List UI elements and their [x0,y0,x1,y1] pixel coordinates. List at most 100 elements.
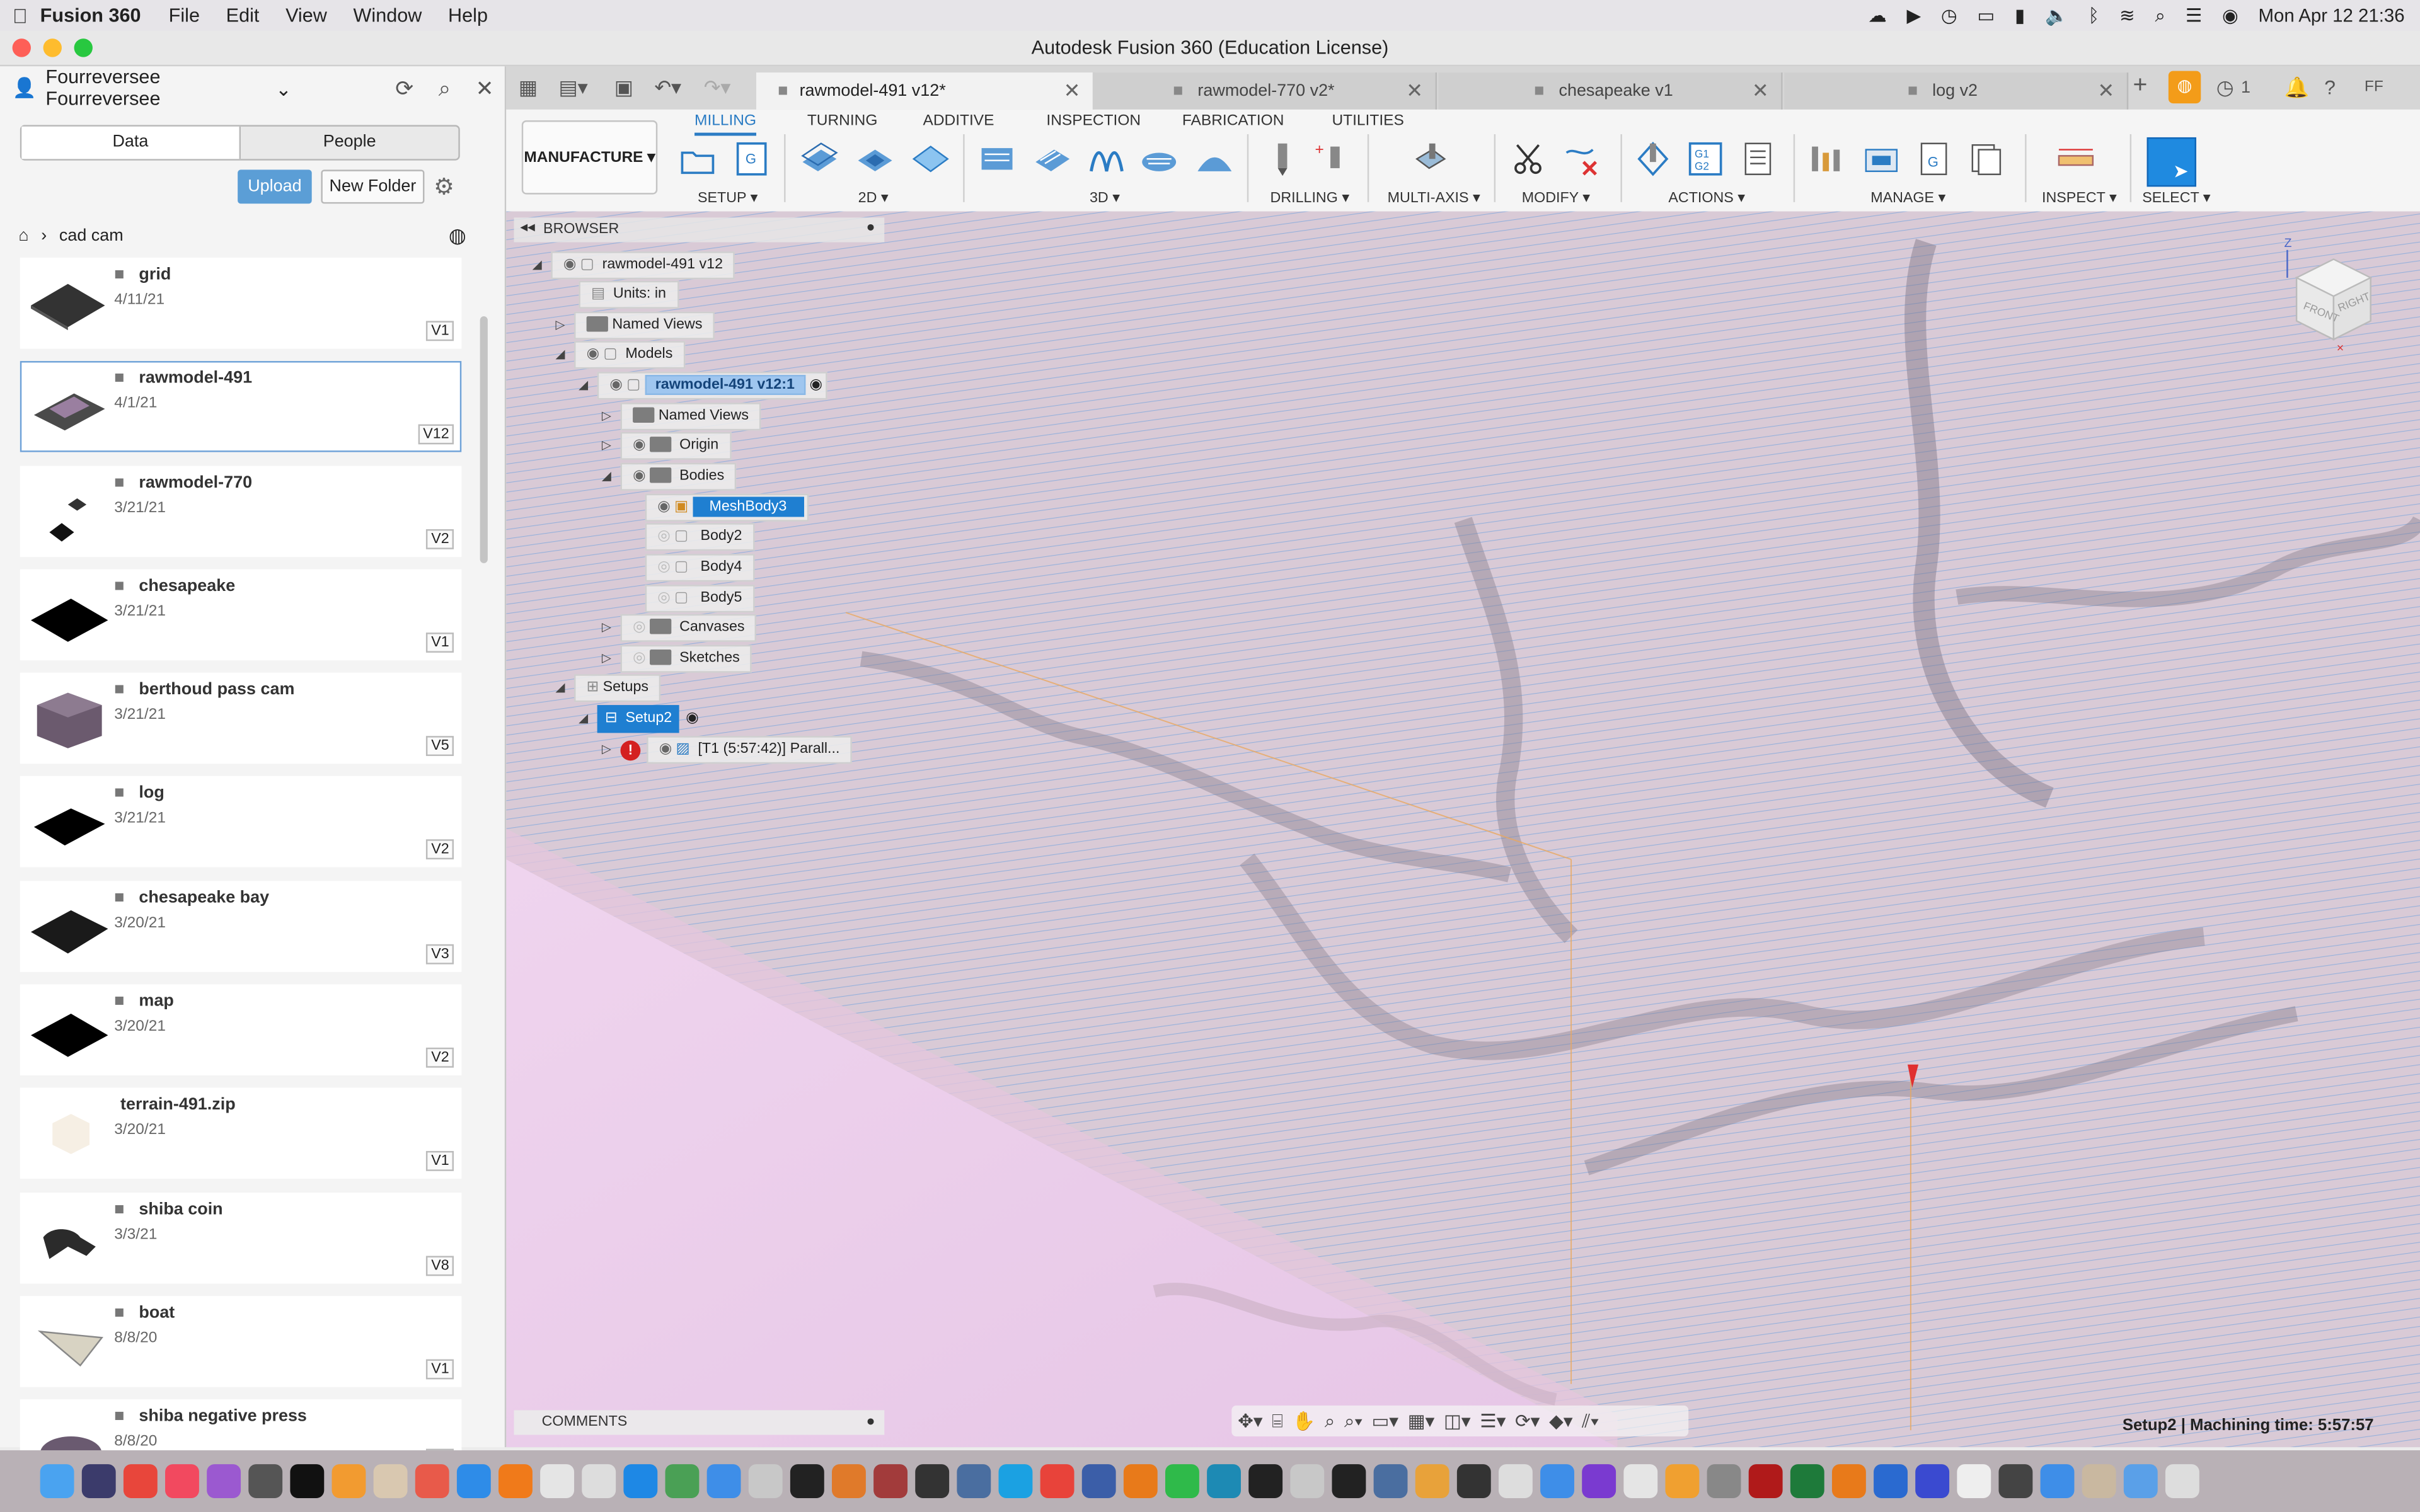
file-item[interactable]: ■ map 3/20/21 V2 [20,984,462,1076]
numbers-icon[interactable] [665,1464,700,1498]
finder-icon[interactable] [40,1464,74,1498]
eye-icon[interactable]: ◉ [657,498,670,515]
menu-window[interactable]: Window [354,4,422,26]
tab-utilities[interactable]: UTILITIES [1332,113,1403,130]
gear-icon[interactable]: ⚙ [434,173,454,201]
2d-adaptive-icon[interactable] [800,140,840,178]
tree-units[interactable]: ▤ Units: in [579,280,679,309]
user-avatar[interactable]: FF [2365,79,2383,96]
tab-fabrication[interactable]: FABRICATION [1182,113,1284,130]
tree-comp-named-views[interactable]: ▷ Named Views [599,403,761,431]
look-at-icon[interactable]: ⌸ [1272,1409,1283,1433]
expand-icon[interactable]: ▷ [599,404,614,429]
battery-icon[interactable]: ▮ [2015,4,2025,26]
app-icon[interactable] [1831,1464,1866,1498]
collapse-icon[interactable]: ◢ [575,374,591,398]
app-icon[interactable] [873,1464,908,1498]
app-icon[interactable] [1957,1464,1991,1498]
face-icon[interactable] [911,140,951,178]
undo-icon[interactable]: ↶▾ [654,76,681,100]
2d-pocket-icon[interactable] [855,140,896,178]
firefox-icon[interactable] [498,1464,533,1498]
close-tab-icon[interactable]: ✕ [2097,72,2114,110]
tree-component[interactable]: ◢ ◉ ▢ rawmodel-491 v12:1 ◉ [575,372,827,400]
play-icon[interactable]: ▶ [1906,4,1921,26]
tab-inspection[interactable]: INSPECTION [1046,113,1141,130]
app-icon[interactable] [1373,1464,1408,1498]
downloads-folder-icon[interactable] [2123,1464,2158,1498]
help-icon[interactable]: ? [2324,76,2336,99]
app-icon[interactable] [2082,1464,2116,1498]
eye-hidden-icon[interactable]: ◎ [633,650,645,667]
podcasts-icon[interactable] [207,1464,241,1498]
arduino-icon[interactable] [1207,1464,1241,1498]
app-icon[interactable] [1915,1464,1950,1498]
minimize-window-button[interactable] [43,38,62,57]
measure-icon[interactable] [2056,140,2096,178]
collapse-icon[interactable]: ◢ [575,707,591,731]
tree-sketches[interactable]: ▷ ◎ Sketches [599,644,752,673]
breadcrumb-folder[interactable]: cad cam [59,227,124,245]
group-modify[interactable]: MODIFY ▾ [1522,190,1590,207]
tab-turning[interactable]: TURNING [807,113,878,130]
tree-operation[interactable]: ▷ ! ◉ ▨ [T1 (5:57:42)] Parall... [599,736,853,764]
simulate-icon[interactable] [1633,140,1673,178]
delete-toolpath-icon[interactable] [1562,140,1602,178]
music-icon[interactable] [165,1464,199,1498]
davinci-icon[interactable] [1456,1464,1491,1498]
app-icon[interactable] [1998,1464,2033,1498]
close-tab-icon[interactable]: ✕ [1064,72,1081,110]
group-actions[interactable]: ACTIONS ▾ [1668,190,1745,207]
3d-adaptive-icon[interactable] [977,140,1017,178]
display-icon[interactable]: ▭ [1977,4,1995,26]
app-icon[interactable] [1290,1464,1325,1498]
tree-body-meshbody3[interactable]: ◉ ▣ MeshBody3 [645,493,809,522]
control-center-icon[interactable]: ☰ [2186,4,2202,26]
time-machine-icon[interactable]: ◷ [1941,4,1957,26]
job-status-icon[interactable]: ◷ [2216,76,2234,100]
settings-app-icon[interactable] [248,1464,283,1498]
refresh-icon[interactable]: ⟳ [384,75,425,101]
redo-icon[interactable]: ↷▾ [704,76,731,100]
drill-icon[interactable] [1262,140,1303,178]
menu-help[interactable]: Help [448,4,488,26]
new-folder-button[interactable]: New Folder [321,169,425,204]
eye-icon[interactable]: ◉ [659,741,672,758]
photos-icon[interactable] [1415,1464,1449,1498]
collapse-icon[interactable]: ◢ [553,676,568,701]
collapse-browser-icon[interactable]: ◂◂ [520,219,534,236]
launchpad-icon[interactable] [582,1464,616,1498]
app-store-icon[interactable] [623,1464,658,1498]
app-icon[interactable] [1623,1464,1658,1498]
trash-icon[interactable] [2165,1464,2199,1498]
eye-icon[interactable]: ◉ [633,437,645,454]
multi-axis-icon[interactable] [1410,140,1451,178]
tool-library-icon[interactable] [1806,140,1846,178]
version-badge[interactable]: V1 [426,321,454,341]
grid-icon[interactable]: ▦ [519,76,538,100]
pin-icon[interactable]: ● [867,1410,875,1435]
display-settings-icon[interactable]: ▭▾ [1372,1410,1399,1431]
version-badge[interactable]: V8 [426,1255,454,1276]
version-badge[interactable]: V12 [418,425,454,445]
tree-models[interactable]: ◢ ◉ ▢ Models [553,341,685,369]
parallel-icon[interactable] [1139,140,1179,178]
file-list-scrollbar[interactable] [480,316,488,563]
group-inspect[interactable]: INSPECT ▾ [2042,190,2117,207]
blender-icon[interactable] [832,1464,866,1498]
chrome-icon[interactable] [540,1464,575,1498]
facetime-icon[interactable] [1165,1464,1199,1498]
simulation-display-icon[interactable]: ◆▾ [1549,1410,1572,1431]
siri-app-icon[interactable] [81,1464,116,1498]
mail-icon[interactable] [706,1464,741,1498]
zoom-window-icon[interactable]: ⌕▾ [1344,1409,1363,1433]
3d-pocket-icon[interactable] [1032,140,1073,178]
account-dropdown[interactable]: Fourreversee Fourreversee [45,66,275,110]
group-select[interactable]: SELECT ▾ [2142,190,2210,207]
tool-display-icon[interactable]: ⫽▾ [1582,1409,1599,1433]
collapse-icon[interactable]: ◢ [599,464,614,489]
chevron-down-icon[interactable]: ⌄ [275,76,292,100]
file-item[interactable]: ■ rawmodel-491 4/1/21 V12 [20,361,462,453]
file-item[interactable]: ■ shiba coin 3/3/21 V8 [20,1192,462,1283]
new-tab-icon[interactable]: + [2133,72,2148,100]
